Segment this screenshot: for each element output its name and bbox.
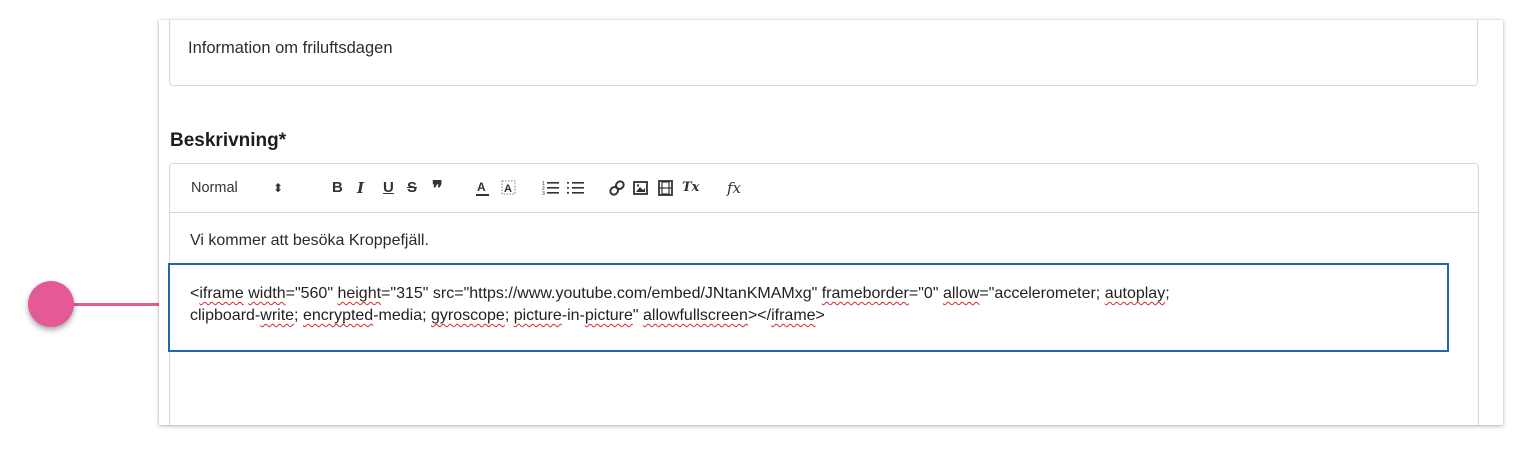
clear-formatting-icon[interactable]: Tx <box>681 178 701 198</box>
format-select-caret-icon[interactable]: ⬍ <box>273 178 283 198</box>
svg-text:3: 3 <box>542 191 545 197</box>
format-select[interactable]: Normal <box>191 178 238 198</box>
code-token: " <box>632 307 644 324</box>
bold-button[interactable]: B <box>332 178 343 198</box>
code-token: ; <box>294 307 303 324</box>
rich-text-editor[interactable]: Normal ⬍ B I U S ❞ A A 1 2 3 Tx fx Vi ko… <box>168 163 1479 425</box>
form-card: Information om friluftsdagen Beskrivning… <box>159 20 1503 425</box>
description-label: Beskrivning* <box>170 130 287 151</box>
code-token-misspelled: allow <box>942 285 980 302</box>
bullet-list-icon[interactable] <box>567 178 585 198</box>
code-token-misspelled: picture <box>584 307 633 324</box>
iframe-embed-code-highlight[interactable]: <iframe width="560" height="315" src="ht… <box>168 263 1449 352</box>
code-token: ; <box>1165 285 1170 302</box>
background-color-icon[interactable]: A <box>500 178 518 198</box>
title-input-value[interactable]: Information om friluftsdagen <box>188 39 393 58</box>
link-icon[interactable] <box>608 178 626 198</box>
code-token: < <box>190 285 200 302</box>
code-token: ; <box>504 307 514 324</box>
callout-marker <box>28 281 74 327</box>
formula-button[interactable]: fx <box>727 178 741 198</box>
code-token-misspelled: write <box>260 307 295 324</box>
editor-toolbar: Normal ⬍ B I U S ❞ A A 1 2 3 Tx fx <box>170 164 1478 213</box>
background-color-letter: A <box>504 183 512 195</box>
code-token-misspelled: picture <box>513 307 562 324</box>
clear-formatting-letter: Tx <box>682 180 700 195</box>
video-icon[interactable] <box>657 178 675 198</box>
code-token: ></ <box>747 307 772 324</box>
code-token: ="0" <box>908 285 943 302</box>
code-token: ="560" <box>285 285 338 302</box>
callout-connector-line <box>70 303 167 306</box>
code-token-misspelled: height <box>337 285 382 302</box>
code-token-misspelled: frameborder <box>821 285 909 302</box>
font-color-icon[interactable]: A <box>475 178 491 198</box>
code-token-misspelled: iframe <box>199 285 244 302</box>
blockquote-icon[interactable]: ❞ <box>432 178 443 198</box>
title-input[interactable]: Information om friluftsdagen <box>169 20 1478 86</box>
editor-content[interactable]: Vi kommer att besöka Kroppefjäll. <ifram… <box>168 213 1478 425</box>
code-token: ="315" src="https://www.youtube.com/embe… <box>381 285 822 302</box>
code-token-misspelled: width <box>248 285 286 302</box>
code-token: -in- <box>561 307 585 324</box>
code-token-misspelled: autoplay <box>1104 285 1166 302</box>
code-token: -media; <box>373 307 431 324</box>
code-token-misspelled: iframe <box>771 307 816 324</box>
code-token-misspelled: encrypted <box>302 307 374 324</box>
editor-paragraph[interactable]: Vi kommer att besöka Kroppefjäll. <box>190 232 429 250</box>
italic-button[interactable]: I <box>357 178 364 198</box>
code-token-misspelled: gyroscope <box>431 307 505 324</box>
code-token: > <box>815 307 825 324</box>
code-token: ="accelerometer; <box>979 285 1105 302</box>
font-color-letter: A <box>477 180 486 194</box>
underline-button[interactable]: U <box>383 178 394 198</box>
ordered-list-icon[interactable]: 1 2 3 <box>542 178 560 198</box>
strikethrough-button[interactable]: S <box>407 178 417 198</box>
code-token-misspelled: allowfullscreen <box>643 307 748 324</box>
code-token: clipboard- <box>190 307 261 324</box>
image-icon[interactable] <box>632 178 650 198</box>
